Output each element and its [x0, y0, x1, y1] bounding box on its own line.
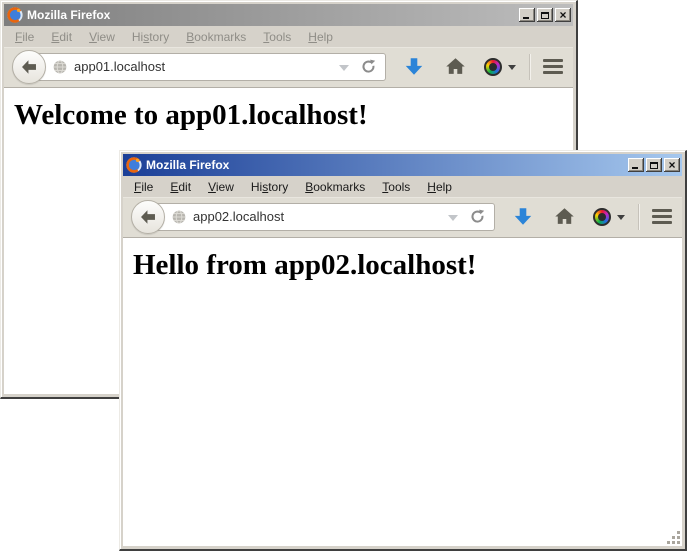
menu-bookmarks[interactable]: Bookmarks [179, 27, 253, 47]
home-icon [445, 56, 466, 77]
menu-button[interactable] [543, 58, 563, 76]
menu-view[interactable]: View [82, 27, 122, 47]
maximize-icon [650, 162, 658, 169]
url-dropdown-icon[interactable] [448, 215, 458, 221]
minimize-icon [632, 167, 638, 169]
reload-icon[interactable] [361, 59, 377, 75]
color-wheel-icon [484, 58, 502, 76]
navigation-toolbar: app01.localhost [4, 47, 573, 88]
menu-view[interactable]: View [201, 177, 241, 197]
home-icon [554, 206, 575, 227]
home-button[interactable] [445, 56, 466, 77]
firefox-logo-icon [126, 157, 142, 173]
home-button[interactable] [554, 206, 575, 227]
browser-window-app02: Mozilla Firefox × File Edit View History… [119, 150, 687, 551]
maximize-button[interactable] [537, 8, 553, 22]
site-identity-globe-icon [53, 60, 67, 74]
menu-history[interactable]: History [244, 177, 295, 197]
url-dropdown-icon[interactable] [339, 65, 349, 71]
window-title: Mozilla Firefox [27, 8, 517, 22]
menu-edit[interactable]: Edit [163, 177, 198, 197]
navigation-toolbar: app02.localhost [123, 197, 682, 238]
url-bar[interactable]: app01.localhost [33, 53, 386, 81]
page-content: Hello from app02.localhost! [123, 238, 682, 546]
close-icon: × [668, 160, 675, 170]
close-button[interactable]: × [555, 8, 571, 22]
window-controls: × [626, 158, 680, 172]
addon-button[interactable] [484, 58, 516, 76]
menu-button[interactable] [652, 208, 672, 226]
chevron-down-icon [508, 65, 516, 70]
menu-file[interactable]: File [127, 177, 160, 197]
titlebar[interactable]: Mozilla Firefox × [123, 154, 682, 176]
window-controls: × [517, 8, 571, 22]
color-wheel-icon [593, 208, 611, 226]
download-arrow-icon [512, 206, 534, 228]
menu-help[interactable]: Help [301, 27, 340, 47]
resize-grip[interactable] [666, 530, 680, 544]
minimize-icon [523, 17, 529, 19]
menu-history[interactable]: History [125, 27, 176, 47]
page-heading: Hello from app02.localhost! [133, 249, 682, 282]
back-arrow-icon [139, 208, 157, 226]
chevron-down-icon [617, 215, 625, 220]
reload-icon[interactable] [470, 209, 486, 225]
menubar: File Edit View History Bookmarks Tools H… [123, 176, 682, 197]
firefox-logo-icon [7, 7, 23, 23]
back-button[interactable] [131, 200, 165, 234]
menu-tools[interactable]: Tools [375, 177, 417, 197]
minimize-button[interactable] [628, 158, 644, 172]
close-button[interactable]: × [664, 158, 680, 172]
menu-edit[interactable]: Edit [44, 27, 79, 47]
menu-bookmarks[interactable]: Bookmarks [298, 177, 372, 197]
toolbar-separator [529, 54, 530, 80]
menu-tools[interactable]: Tools [256, 27, 298, 47]
maximize-icon [541, 12, 549, 19]
addon-button[interactable] [593, 208, 625, 226]
downloads-button[interactable] [512, 206, 534, 228]
titlebar[interactable]: Mozilla Firefox × [4, 4, 573, 26]
menu-file[interactable]: File [8, 27, 41, 47]
page-heading: Welcome to app01.localhost! [14, 99, 573, 132]
downloads-button[interactable] [403, 56, 425, 78]
close-icon: × [559, 10, 566, 20]
site-identity-globe-icon [172, 210, 186, 224]
url-bar[interactable]: app02.localhost [152, 203, 495, 231]
url-text[interactable]: app02.localhost [193, 209, 442, 224]
menubar: File Edit View History Bookmarks Tools H… [4, 26, 573, 47]
window-title: Mozilla Firefox [146, 158, 626, 172]
url-text[interactable]: app01.localhost [74, 59, 333, 74]
download-arrow-icon [403, 56, 425, 78]
menu-help[interactable]: Help [420, 177, 459, 197]
back-arrow-icon [20, 58, 38, 76]
maximize-button[interactable] [646, 158, 662, 172]
toolbar-separator [638, 204, 639, 230]
back-button[interactable] [12, 50, 46, 84]
minimize-button[interactable] [519, 8, 535, 22]
